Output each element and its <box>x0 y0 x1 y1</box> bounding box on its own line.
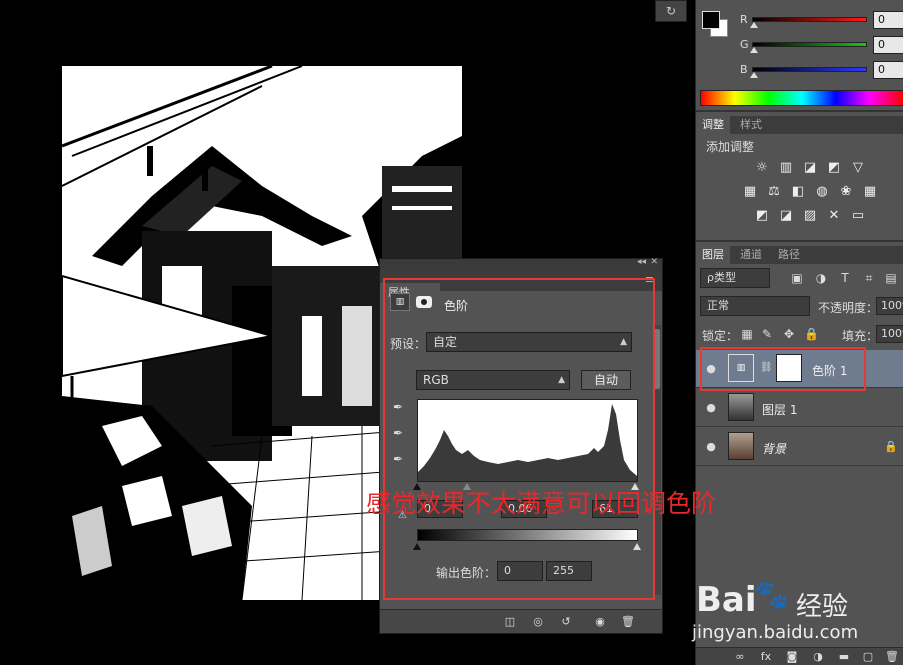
posterize-icon[interactable]: ◪ <box>777 208 795 224</box>
levels-icon[interactable]: ▥ <box>777 160 795 176</box>
delete-adjustment-icon[interactable]: 🗑 <box>620 614 636 630</box>
filter-shape-icon[interactable]: ⌗ <box>862 271 876 285</box>
layer-background[interactable]: ● 背景 🔒 <box>696 428 903 466</box>
lock-brush-icon[interactable]: ✎ <box>760 327 774 341</box>
layer-thumbnail <box>728 432 754 460</box>
panel-dock: R 0 G 0 B 0 调整 样式 添加调整 ☼ ▥ ◪ ◩ ▽ ▦ ⚖ ◧ ◍… <box>695 0 903 665</box>
highlight-layer-box <box>700 347 866 391</box>
channel-slider-track[interactable] <box>752 17 867 22</box>
add-mask-icon[interactable]: ◙ <box>784 649 800 665</box>
new-adjustment-icon[interactable]: ◑ <box>810 649 826 665</box>
lock-transparent-icon[interactable]: ▦ <box>740 327 754 341</box>
color-spectrum-bar[interactable] <box>700 90 903 106</box>
channel-label: B <box>740 63 748 76</box>
delete-layer-icon[interactable]: 🗑 <box>884 649 900 665</box>
layer-1[interactable]: ● 图层 1 <box>696 389 903 427</box>
adjustments-tabbar: 调整 样式 <box>696 116 903 134</box>
link-layers-icon[interactable]: ∞ <box>732 649 748 665</box>
channel-slider-thumb[interactable] <box>750 22 758 28</box>
history-tool-button[interactable]: ↻ <box>655 0 687 22</box>
opacity-label: 不透明度： <box>818 301 879 315</box>
clip-to-layer-icon[interactable]: ◫ <box>502 614 518 630</box>
threshold-icon[interactable]: ▨ <box>801 208 819 224</box>
annotation-text: 感觉效果不太满意可以回调色阶 <box>366 489 717 518</box>
collapse-icon[interactable]: ◂◂ <box>637 257 646 267</box>
layer-thumbnail <box>728 393 754 421</box>
exposure-icon[interactable]: ◩ <box>825 160 843 176</box>
tab-channels[interactable]: 通道 <box>734 246 768 264</box>
blend-mode-value: 正常 <box>707 299 729 312</box>
photo-filter-icon[interactable]: ◍ <box>813 184 831 200</box>
layer-name: 图层 1 <box>762 403 798 417</box>
filter-smart-icon[interactable]: ▤ <box>884 271 898 285</box>
tab-styles[interactable]: 样式 <box>734 116 768 134</box>
lock-label: 锁定： <box>702 329 739 343</box>
filter-adjustment-icon[interactable]: ◑ <box>814 271 828 285</box>
curves-icon[interactable]: ◪ <box>801 160 819 176</box>
black-white-icon[interactable]: ◧ <box>789 184 807 200</box>
fill-field[interactable]: 100% <box>876 325 903 343</box>
color-panel: R 0 G 0 B 0 <box>696 0 903 112</box>
color-balance-icon[interactable]: ⚖ <box>765 184 783 200</box>
new-layer-icon[interactable]: ▢ <box>860 649 876 665</box>
paw-icon: 🐾 <box>754 578 789 611</box>
channel-slider-thumb[interactable] <box>750 72 758 78</box>
selective-color-icon[interactable]: ✕ <box>825 208 843 224</box>
gradient-map-icon[interactable]: ▭ <box>849 208 867 224</box>
brightness-icon[interactable]: ☼ <box>753 160 771 176</box>
properties-titlebar[interactable]: ◂◂ ✕ <box>380 257 662 271</box>
lock-icon: 🔒 <box>884 440 898 453</box>
channel-slider-track[interactable] <box>752 42 867 47</box>
view-previous-icon[interactable]: ◎ <box>530 614 546 630</box>
channel-slider-thumb[interactable] <box>750 47 758 53</box>
adjustments-title: 添加调整 <box>706 140 755 154</box>
lock-move-icon[interactable]: ✥ <box>782 327 796 341</box>
channel-value-field[interactable]: 0 <box>873 36 903 54</box>
lock-all-icon[interactable]: 🔒 <box>804 327 819 341</box>
adjustments-panel: 调整 样式 添加调整 ☼ ▥ ◪ ◩ ▽ ▦ ⚖ ◧ ◍ ❀ ▦ ◩ ◪ ▨ ✕… <box>696 116 903 242</box>
layer-filter-value: ρ类型 <box>707 271 736 284</box>
new-group-icon[interactable]: ▬ <box>836 649 852 665</box>
channel-mixer-icon[interactable]: ❀ <box>837 184 855 200</box>
layers-tabbar: 图层 通道 路径 <box>696 246 903 264</box>
layer-filter-select[interactable]: ρ类型 <box>700 268 770 288</box>
blend-mode-select[interactable]: 正常 <box>700 296 810 316</box>
filter-pixel-icon[interactable]: ▣ <box>790 271 804 285</box>
channel-label: R <box>740 13 748 26</box>
tab-adjustments[interactable]: 调整 <box>696 116 730 134</box>
reset-icon[interactable]: ↺ <box>558 614 574 630</box>
baidu-watermark: Bai 🐾 经验 jingyan.baidu.com <box>692 576 902 646</box>
color-channel-b: B 0 <box>736 60 903 80</box>
hue-saturation-icon[interactable]: ▦ <box>741 184 759 200</box>
foreground-color-swatch[interactable] <box>702 11 720 29</box>
layers-bottom-toolbar: ∞ fx ◙ ◑ ▬ ▢ 🗑 <box>696 647 903 665</box>
properties-bottom-toolbar: ◫ ◎ ↺ ◉ 🗑 <box>380 609 662 633</box>
channel-value-field[interactable]: 0 <box>873 11 903 29</box>
eye-icon[interactable]: ● <box>704 401 718 414</box>
color-lookup-icon[interactable]: ▦ <box>861 184 879 200</box>
adjustment-icons-grid: ☼ ▥ ◪ ◩ ▽ ▦ ⚖ ◧ ◍ ❀ ▦ ◩ ◪ ▨ ✕ ▭ <box>740 160 880 232</box>
vibrance-icon[interactable]: ▽ <box>849 160 867 176</box>
channel-label: G <box>740 38 749 51</box>
highlight-properties-box <box>383 278 655 600</box>
tab-layers[interactable]: 图层 <box>696 246 730 264</box>
fx-icon[interactable]: fx <box>758 649 774 665</box>
layer-name: 背景 <box>762 442 787 456</box>
fill-label: 填充： <box>842 329 879 343</box>
channel-value-field[interactable]: 0 <box>873 61 903 79</box>
opacity-field[interactable]: 100% <box>876 297 903 315</box>
watermark-brand: 经验 <box>796 592 849 622</box>
color-channel-r: R 0 <box>736 10 903 30</box>
channel-slider-track[interactable] <box>752 67 867 72</box>
tab-paths[interactable]: 路径 <box>772 246 806 264</box>
close-icon[interactable]: ✕ <box>650 257 658 267</box>
toggle-visibility-icon[interactable]: ◉ <box>592 614 608 630</box>
watermark-url: jingyan.baidu.com <box>692 622 859 643</box>
watermark-logo: Bai <box>696 580 757 620</box>
eye-icon[interactable]: ● <box>704 440 718 453</box>
color-channel-g: G 0 <box>736 35 903 55</box>
filter-type-icon[interactable]: T <box>838 271 852 285</box>
invert-icon[interactable]: ◩ <box>753 208 771 224</box>
